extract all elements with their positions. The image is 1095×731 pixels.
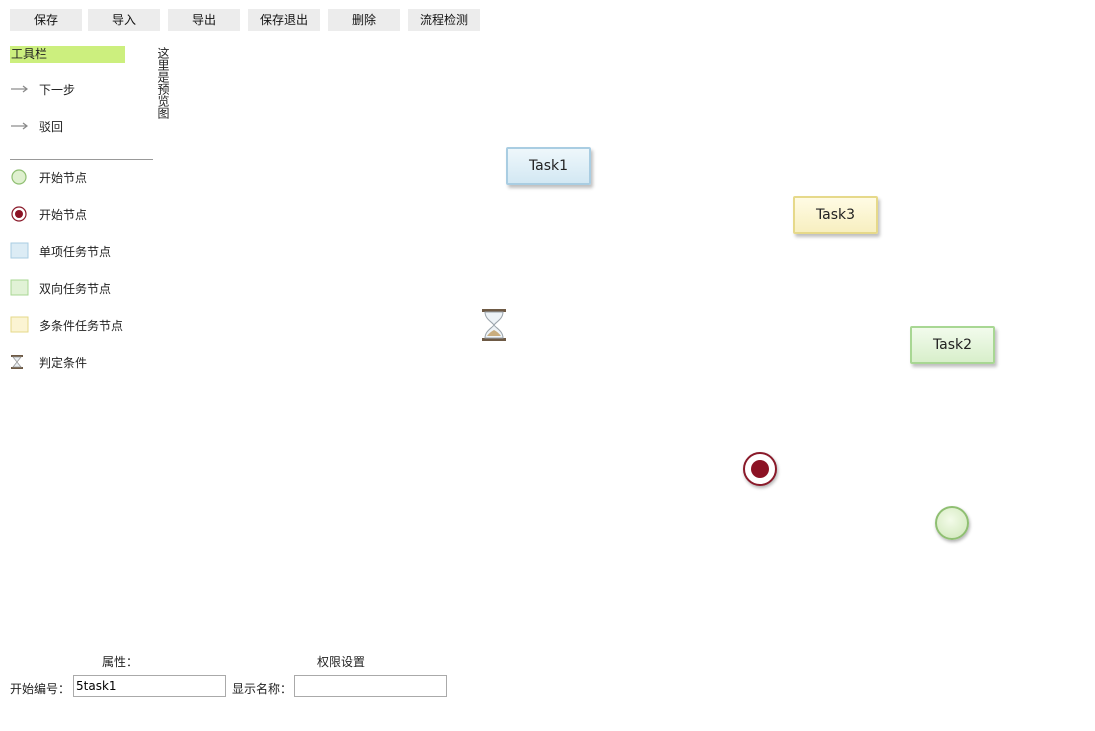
save-button[interactable]: 保存 [10,9,82,31]
task-node-task1[interactable]: Task1 [506,147,591,185]
flow-canvas[interactable]: Task1 Task3 Task2 [180,40,1080,640]
tool-label: 下一步 [39,82,76,97]
tool-condition[interactable]: 判定条件 [10,352,87,372]
condition-node[interactable] [481,308,507,345]
toolbar-divider [10,159,153,160]
tool-single-task[interactable]: 单项任务节点 [10,241,111,261]
toolbar-title: 工具栏 [10,46,125,63]
hourglass-icon [482,309,506,341]
properties-title: 属性： [102,655,139,669]
dual-task-icon [10,279,32,297]
tool-label: 开始节点 [39,207,88,222]
tool-reject[interactable]: 驳回 [10,116,63,136]
multi-task-icon [10,316,32,334]
arrow-right-icon [10,117,32,135]
hourglass-icon [10,353,32,371]
task-node-task3[interactable]: Task3 [793,196,878,234]
permission-settings-link[interactable]: 权限设置 [317,653,365,670]
tool-label: 双向任务节点 [39,281,112,296]
arrow-right-icon [10,80,32,98]
tool-label: 驳回 [39,119,64,134]
task-node-task2[interactable]: Task2 [910,326,995,364]
tool-next-step[interactable]: 下一步 [10,79,75,99]
end-node[interactable] [743,452,777,486]
tool-label: 单项任务节点 [39,244,112,259]
start-id-label: 开始编号： [10,682,71,696]
tool-label: 多条件任务节点 [39,318,124,333]
tool-dual-task[interactable]: 双向任务节点 [10,278,111,298]
start-id-input[interactable] [73,675,226,697]
preview-placeholder: 这里是预览图 [156,47,170,119]
start-node[interactable] [935,506,969,540]
end-node-icon [10,205,32,223]
display-name-label: 显示名称： [232,682,293,696]
tool-label: 判定条件 [39,355,88,370]
tool-label: 开始节点 [39,170,88,185]
export-button[interactable]: 导出 [168,9,240,31]
tool-start-node[interactable]: 开始节点 [10,167,87,187]
single-task-icon [10,242,32,260]
tool-end-node[interactable]: 开始节点 [10,204,87,224]
delete-button[interactable]: 删除 [328,9,400,31]
display-name-input[interactable] [294,675,447,697]
save-exit-button[interactable]: 保存退出 [248,9,320,31]
check-flow-button[interactable]: 流程检测 [408,9,480,31]
start-node-icon [10,168,32,186]
tool-multi-task[interactable]: 多条件任务节点 [10,315,123,335]
import-button[interactable]: 导入 [88,9,160,31]
